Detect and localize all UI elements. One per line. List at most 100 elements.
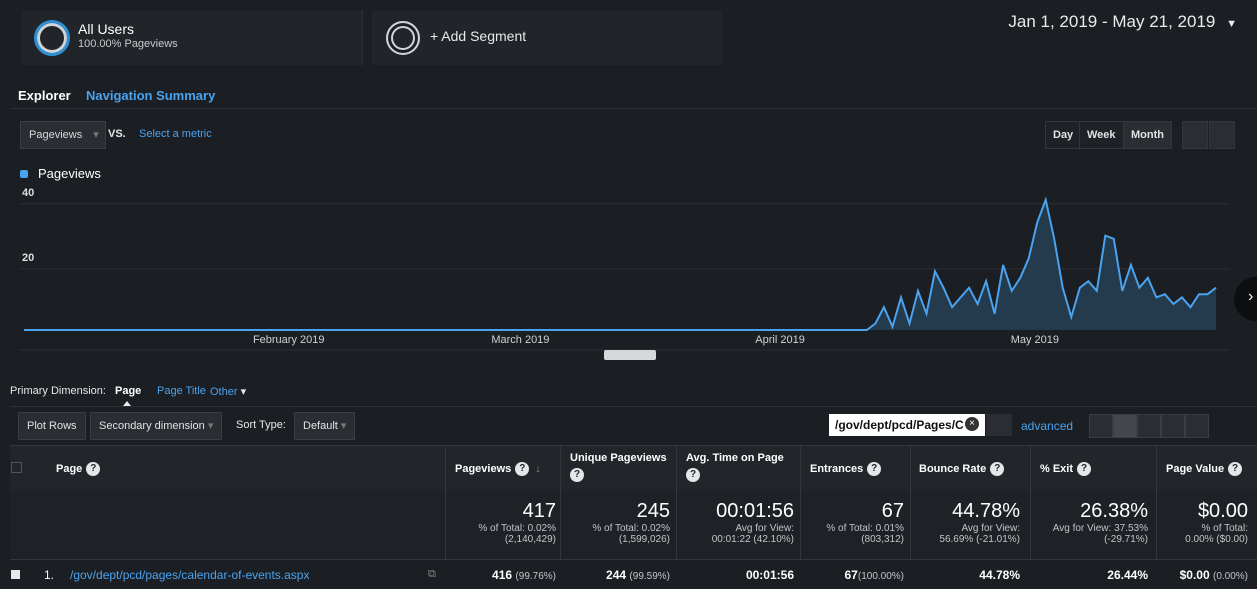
secondary-dimension-dropdown[interactable]: Secondary dimension ▾ bbox=[90, 412, 223, 440]
column-exit[interactable]: % Exit? bbox=[1040, 462, 1092, 476]
total-entrances-value: 67 bbox=[881, 500, 904, 522]
column-divider bbox=[1156, 445, 1157, 559]
help-icon[interactable]: ? bbox=[867, 462, 882, 476]
total-entrances-l2: (803,312) bbox=[861, 534, 904, 545]
row-value: $0.00 (0.00%) bbox=[1156, 568, 1248, 582]
bar-view-icon[interactable] bbox=[1137, 414, 1161, 438]
help-icon[interactable]: ? bbox=[990, 462, 1005, 476]
date-range-selector[interactable]: Jan 1, 2019 - May 21, 2019 ▼ bbox=[1008, 12, 1237, 32]
total-value-value: $0.00 bbox=[1197, 500, 1248, 522]
help-icon[interactable]: ? bbox=[570, 468, 584, 482]
carousel-next-button[interactable]: › bbox=[1234, 277, 1257, 321]
total-bounce-value: 44.78% bbox=[952, 500, 1020, 522]
series-area bbox=[24, 199, 1216, 330]
total-avg-time-l2: 00:01:22 (42.10%) bbox=[711, 534, 794, 545]
total-exit-l2: (-29.71%) bbox=[1104, 534, 1148, 545]
column-bounce-rate[interactable]: Bounce Rate? bbox=[919, 462, 1005, 476]
primary-dimension-other[interactable]: Other ▾ bbox=[210, 385, 246, 398]
column-entrances-label: Entrances bbox=[810, 462, 864, 475]
chevron-down-icon: ▾ bbox=[337, 420, 347, 432]
row-page-link[interactable]: /gov/dept/pcd/pages/calendar-of-events.a… bbox=[70, 568, 309, 582]
total-unique-value: 245 bbox=[636, 500, 670, 522]
chart-resize-handle[interactable] bbox=[604, 350, 656, 360]
column-divider bbox=[910, 445, 911, 559]
help-icon[interactable]: ? bbox=[1228, 462, 1243, 476]
sort-type-value: Default bbox=[303, 420, 338, 432]
day-button[interactable]: Day bbox=[1045, 121, 1082, 149]
column-bounce-label: Bounce Rate bbox=[919, 462, 987, 475]
segment-ring-icon bbox=[34, 20, 70, 56]
y-tick-label: 40 bbox=[22, 187, 34, 199]
plot-rows-button[interactable]: Plot Rows bbox=[18, 412, 86, 440]
column-avg-time-label: Avg. Time on Page bbox=[686, 452, 784, 464]
metric-dropdown[interactable]: Pageviews ▾ bbox=[20, 121, 106, 149]
total-pageviews-l1: % of Total: 0.02% bbox=[478, 523, 556, 534]
table-filter-input[interactable]: /gov/dept/pcd/Pages/C bbox=[829, 414, 985, 436]
secondary-dimension-label: Secondary dimension bbox=[99, 420, 205, 432]
total-value-l2: 0.00% ($0.00) bbox=[1185, 534, 1248, 545]
row-index: 1. bbox=[44, 568, 55, 582]
row-entrances-pct: (100.00%) bbox=[857, 571, 904, 582]
column-exit-label: % Exit bbox=[1040, 462, 1074, 475]
primary-dimension-label: Primary Dimension: bbox=[10, 385, 106, 397]
total-unique-l2: (1,599,026) bbox=[618, 534, 670, 545]
clear-filter-icon[interactable]: × bbox=[965, 417, 979, 431]
search-icon[interactable] bbox=[986, 414, 1012, 436]
total-avg-time: 00:01:56 Avg for View: 00:01:22 (42.10%) bbox=[676, 500, 794, 545]
column-page[interactable]: Page? bbox=[56, 462, 101, 476]
total-entrances: 67 % of Total: 0.01% (803,312) bbox=[800, 500, 904, 545]
tab-navigation-summary[interactable]: Navigation Summary bbox=[86, 88, 215, 103]
column-unique-pageviews[interactable]: Unique Pageviews? bbox=[570, 452, 667, 482]
total-pageviews-value: 417 bbox=[522, 500, 556, 522]
date-range-text: Jan 1, 2019 - May 21, 2019 bbox=[1008, 12, 1216, 31]
select-all-checkbox[interactable] bbox=[11, 462, 22, 473]
month-button[interactable]: Month bbox=[1123, 121, 1172, 149]
sort-type-dropdown[interactable]: Default ▾ bbox=[294, 412, 356, 440]
column-entrances[interactable]: Entrances? bbox=[810, 462, 882, 476]
table-view-icon[interactable] bbox=[1089, 414, 1113, 438]
column-divider bbox=[560, 445, 561, 559]
column-pageviews[interactable]: Pageviews? ↓ bbox=[455, 462, 541, 476]
row-pageviews: 416 (99.76%) bbox=[446, 568, 556, 582]
row-value-pct: (0.00%) bbox=[1212, 571, 1248, 582]
chevron-down-icon: ▼ bbox=[1226, 18, 1237, 30]
column-page-value[interactable]: Page Value? bbox=[1166, 462, 1243, 476]
column-pageviews-label: Pageviews bbox=[455, 462, 512, 475]
line-chart-icon[interactable] bbox=[1182, 121, 1208, 149]
legend-swatch bbox=[20, 170, 28, 178]
chevron-down-icon: ▾ bbox=[204, 420, 214, 432]
toolbar-divider bbox=[10, 406, 1257, 407]
row-avg-time: 00:01:56 bbox=[745, 568, 794, 582]
row-entrances-value: 67 bbox=[844, 568, 858, 582]
help-icon[interactable]: ? bbox=[686, 468, 700, 482]
motion-chart-icon[interactable] bbox=[1209, 121, 1235, 149]
x-tick-label: March 2019 bbox=[491, 334, 550, 346]
week-button[interactable]: Week bbox=[1079, 121, 1124, 149]
help-icon[interactable]: ? bbox=[515, 462, 530, 476]
pivot-view-icon[interactable] bbox=[1185, 414, 1209, 438]
select-metric-link[interactable]: Select a metric bbox=[139, 128, 212, 140]
add-segment-box[interactable]: + Add Segment bbox=[372, 10, 722, 65]
tab-explorer[interactable]: Explorer bbox=[18, 88, 71, 103]
row-checkbox[interactable] bbox=[11, 570, 20, 579]
x-tick-label: May 2019 bbox=[1010, 334, 1060, 346]
help-icon[interactable]: ? bbox=[86, 462, 101, 476]
segment-subtitle: 100.00% Pageviews bbox=[78, 38, 178, 50]
column-avg-time[interactable]: Avg. Time on Page? bbox=[686, 452, 784, 482]
column-divider bbox=[1030, 445, 1031, 559]
row-exit: 26.44% bbox=[1107, 568, 1148, 582]
help-icon[interactable]: ? bbox=[1077, 462, 1092, 476]
total-unique: 245 % of Total: 0.02% (1,599,026) bbox=[560, 500, 670, 545]
advanced-filter-link[interactable]: advanced bbox=[1021, 419, 1073, 433]
pie-view-icon[interactable] bbox=[1113, 414, 1137, 438]
total-value: $0.00 % of Total: 0.00% ($0.00) bbox=[1156, 500, 1248, 545]
legend-pageviews: Pageviews bbox=[38, 166, 101, 181]
comparison-view-icon[interactable] bbox=[1161, 414, 1185, 438]
column-unique-label: Unique Pageviews bbox=[570, 452, 667, 464]
primary-dimension-page-title[interactable]: Page Title bbox=[157, 385, 206, 397]
segment-all-users[interactable]: All Users 100.00% Pageviews bbox=[22, 10, 363, 65]
primary-dimension-page[interactable]: Page bbox=[115, 385, 141, 397]
x-tick-label: April 2019 bbox=[755, 334, 805, 346]
open-page-icon[interactable]: ⧉ bbox=[428, 568, 436, 581]
add-segment-label: + Add Segment bbox=[430, 28, 527, 44]
